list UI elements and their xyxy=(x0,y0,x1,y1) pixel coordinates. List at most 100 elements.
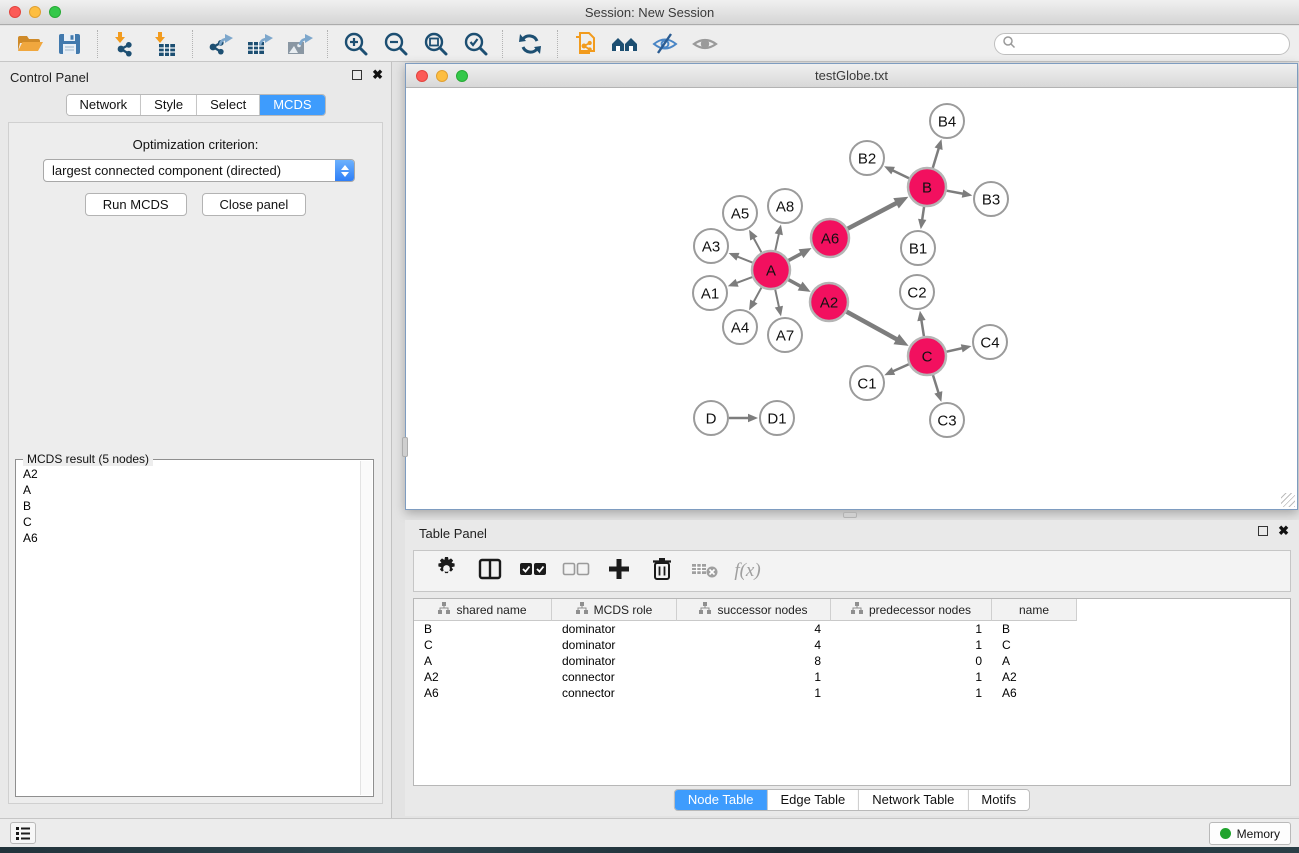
task-history-button[interactable] xyxy=(10,822,36,844)
graph-node-A5[interactable]: A5 xyxy=(723,196,757,230)
close-panel-icon[interactable]: ✖ xyxy=(372,70,383,80)
memory-button[interactable]: Memory xyxy=(1209,822,1291,845)
graph-node-A8[interactable]: A8 xyxy=(768,189,802,223)
open-session-button[interactable] xyxy=(10,28,50,60)
delete-column-button[interactable] xyxy=(643,554,680,588)
zoom-in-button[interactable] xyxy=(335,28,375,60)
export-network-button[interactable] xyxy=(200,28,240,60)
tab-mcds[interactable]: MCDS xyxy=(260,95,324,115)
float-panel-icon[interactable] xyxy=(352,70,362,80)
graph-node-C2[interactable]: C2 xyxy=(900,275,934,309)
main-toolbar xyxy=(0,26,1299,62)
graph-node-A2[interactable]: A2 xyxy=(810,283,848,321)
graph-node-B3[interactable]: B3 xyxy=(974,182,1008,216)
graph-node-C[interactable]: C xyxy=(908,337,946,375)
network-snapshot-button[interactable] xyxy=(565,28,605,60)
splitter-handle-left[interactable] xyxy=(402,437,408,457)
close-panel-button[interactable]: Close panel xyxy=(202,193,307,216)
graph-node-A1[interactable]: A1 xyxy=(693,276,727,310)
tab-network-table[interactable]: Network Table xyxy=(859,790,968,810)
table-row[interactable]: A6connector11A6 xyxy=(414,685,1290,701)
graph-node-A4[interactable]: A4 xyxy=(723,310,757,344)
splitter-handle-bottom[interactable] xyxy=(843,512,857,518)
svg-text:A4: A4 xyxy=(731,319,749,336)
criterion-dropdown[interactable]: largest connected component (directed) xyxy=(43,159,355,182)
tab-network[interactable]: Network xyxy=(66,95,141,115)
graph-node-B1[interactable]: B1 xyxy=(901,231,935,265)
zoom-selected-button[interactable] xyxy=(455,28,495,60)
graph-node-C1[interactable]: C1 xyxy=(850,366,884,400)
graph-edge-A-A4 xyxy=(749,288,761,311)
column-header-predecessor-nodes[interactable]: predecessor nodes xyxy=(831,599,992,621)
refresh-button[interactable] xyxy=(510,28,550,60)
graph-node-D[interactable]: D xyxy=(694,401,728,435)
zoom-fit-button[interactable] xyxy=(415,28,455,60)
split-view-button[interactable] xyxy=(471,554,508,588)
graph-node-D1[interactable]: D1 xyxy=(760,401,794,435)
graph-node-A[interactable]: A xyxy=(752,251,790,289)
graph-node-A7[interactable]: A7 xyxy=(768,318,802,352)
mcds-result-item[interactable]: A6 xyxy=(23,530,359,546)
graph-node-C3[interactable]: C3 xyxy=(930,403,964,437)
graph-edge-A6-B xyxy=(848,197,909,229)
svg-text:A1: A1 xyxy=(701,285,719,302)
resize-grip-icon[interactable] xyxy=(1281,493,1295,507)
table-toolbar: f(x) xyxy=(413,550,1291,592)
svg-text:A8: A8 xyxy=(776,198,794,215)
zoom-selected-icon xyxy=(462,31,489,56)
mcds-result-item[interactable]: B xyxy=(23,498,359,514)
optimization-criterion-label: Optimization criterion: xyxy=(9,137,382,152)
search-input[interactable] xyxy=(1016,35,1289,53)
tab-style[interactable]: Style xyxy=(141,95,197,115)
column-header-successor-nodes[interactable]: successor nodes xyxy=(677,599,831,621)
graph-node-B4[interactable]: B4 xyxy=(930,104,964,138)
control-panel: Control Panel ✖ NetworkStyleSelectMCDS O… xyxy=(0,62,392,818)
export-table-button[interactable] xyxy=(240,28,280,60)
tab-edge-table[interactable]: Edge Table xyxy=(767,790,859,810)
tab-node-table[interactable]: Node Table xyxy=(675,790,768,810)
tab-select[interactable]: Select xyxy=(197,95,260,115)
graph-node-B2[interactable]: B2 xyxy=(850,141,884,175)
add-column-icon xyxy=(607,557,631,586)
show-panels-button[interactable] xyxy=(685,28,725,60)
column-header-MCDS-role[interactable]: MCDS role xyxy=(552,599,677,621)
mcds-result-item[interactable]: A xyxy=(23,482,359,498)
hide-panels-button[interactable] xyxy=(645,28,685,60)
table-row[interactable]: Adominator80A xyxy=(414,653,1290,669)
mcds-result-item[interactable]: C xyxy=(23,514,359,530)
select-all-button[interactable] xyxy=(514,554,551,588)
import-network-button[interactable] xyxy=(105,28,145,60)
table-cell: dominator xyxy=(552,621,677,637)
deselect-all-button[interactable] xyxy=(557,554,594,588)
result-scrollbar[interactable] xyxy=(360,461,372,795)
graph-node-C4[interactable]: C4 xyxy=(973,325,1007,359)
graph-edge-A-A1 xyxy=(728,277,753,287)
graph-edge-A-A8 xyxy=(775,225,783,251)
close-table-panel-icon[interactable]: ✖ xyxy=(1278,526,1289,536)
table-cell: 4 xyxy=(677,637,831,653)
hide-panels-icon xyxy=(651,32,679,56)
mcds-result-item[interactable]: A2 xyxy=(23,466,359,482)
import-table-button[interactable] xyxy=(145,28,185,60)
graph-node-A3[interactable]: A3 xyxy=(694,229,728,263)
table-row[interactable]: A2connector11A2 xyxy=(414,669,1290,685)
tab-motifs[interactable]: Motifs xyxy=(968,790,1029,810)
settings-button[interactable] xyxy=(428,554,465,588)
column-header-name[interactable]: name xyxy=(992,599,1077,621)
graph-node-A6[interactable]: A6 xyxy=(811,219,849,257)
graph-node-B[interactable]: B xyxy=(908,168,946,206)
toolbar-separator xyxy=(502,30,503,58)
table-row[interactable]: Bdominator41B xyxy=(414,621,1290,637)
add-column-button[interactable] xyxy=(600,554,637,588)
zoom-out-button[interactable] xyxy=(375,28,415,60)
network-window-titlebar[interactable]: testGlobe.txt xyxy=(406,64,1297,88)
birds-eye-view-button[interactable] xyxy=(605,28,645,60)
run-mcds-button[interactable]: Run MCDS xyxy=(85,193,187,216)
memory-label: Memory xyxy=(1237,827,1280,841)
save-session-button[interactable] xyxy=(50,28,90,60)
network-canvas[interactable]: B4 B2 B B3 A8 A5 A6 A3 B1 A A1 C2 A2 A4 A7 C4 C C1 D D1 C3 xyxy=(406,89,1297,509)
float-table-panel-icon[interactable] xyxy=(1258,526,1268,536)
table-row[interactable]: Cdominator41C xyxy=(414,637,1290,653)
export-image-button[interactable] xyxy=(280,28,320,60)
column-header-shared-name[interactable]: shared name xyxy=(414,599,552,621)
